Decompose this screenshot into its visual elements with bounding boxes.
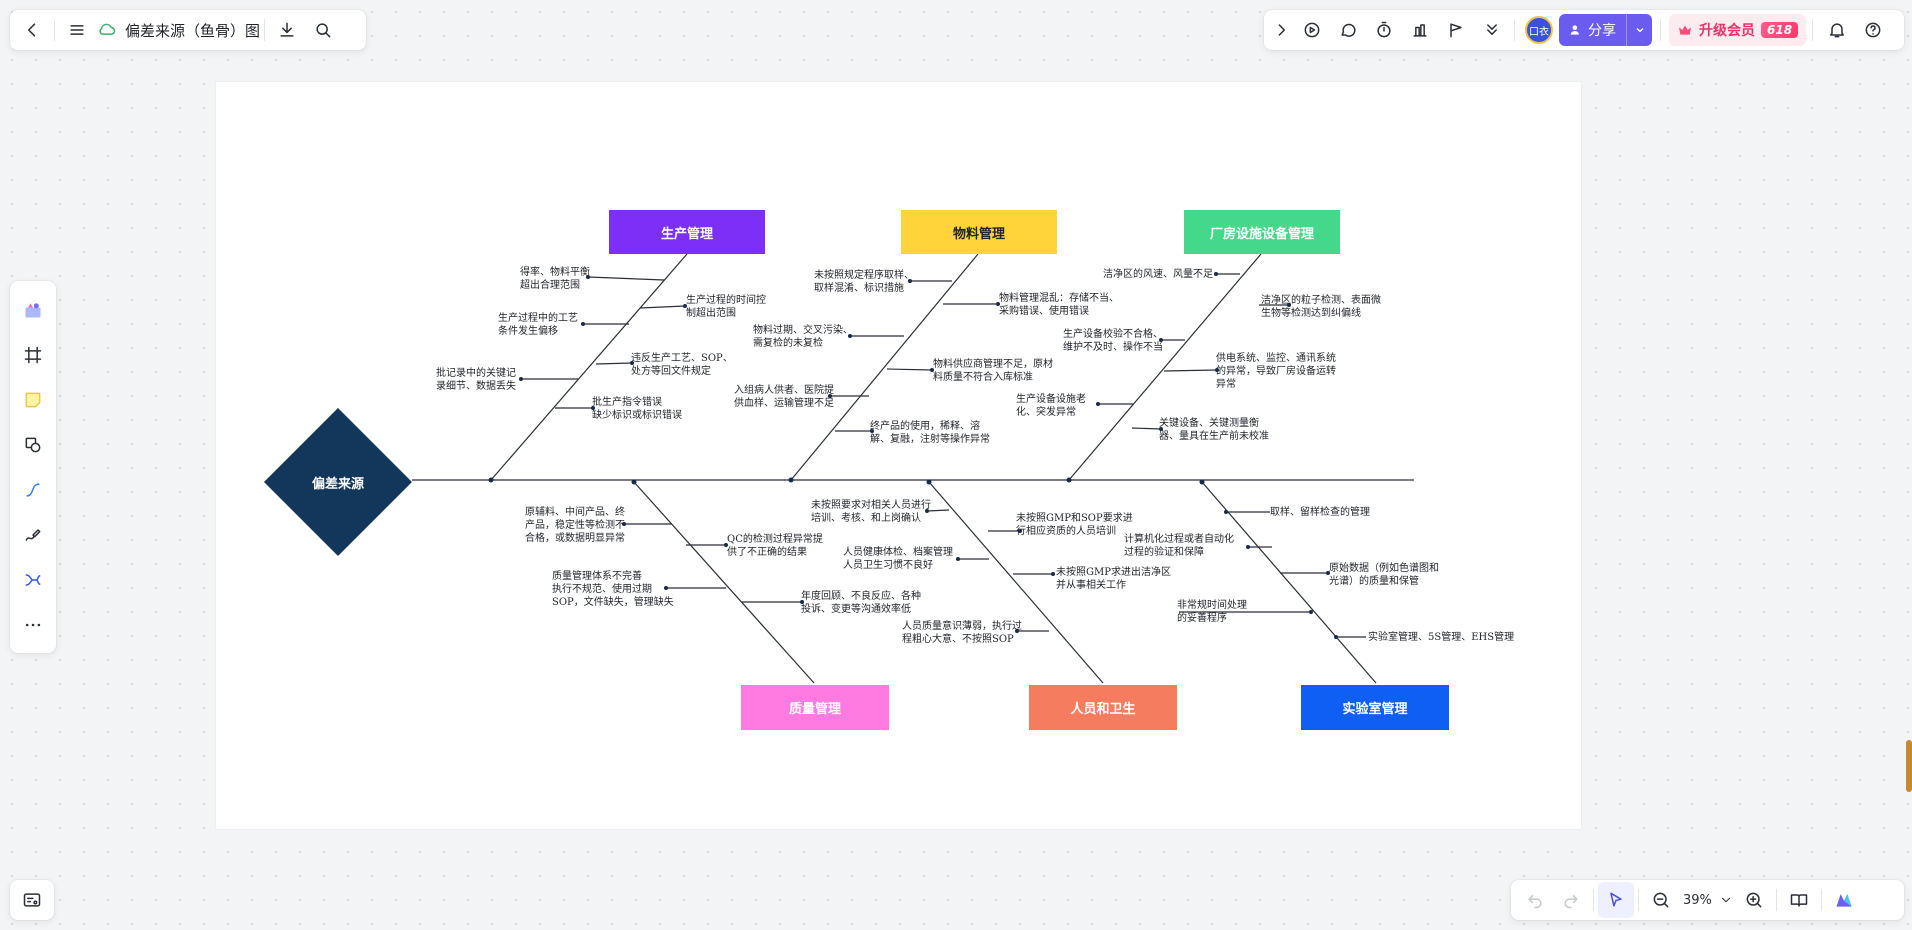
zoom-level[interactable]: 39% [1683, 893, 1712, 908]
vote-chart-icon[interactable] [1402, 12, 1438, 48]
cloud-saved-icon [95, 12, 119, 48]
category-laboratory[interactable]: 实验室管理 [1301, 685, 1449, 730]
promo-badge: 618 [1761, 22, 1799, 38]
menu-icon[interactable] [59, 12, 95, 48]
avatar[interactable]: 口衣 [1525, 16, 1553, 44]
cause-label[interactable]: 生产设备校验不合格、 维护不及时、操作不当 [1063, 328, 1163, 354]
category-personnel[interactable]: 人员和卫生 [1029, 685, 1177, 730]
cause-label[interactable]: 未按照GMP和SOP要求进 行相应资质的人员培训 [1016, 512, 1133, 538]
cause-label[interactable]: 供电系统、监控、通讯系统 的异常，导致厂房设备运转 异常 [1216, 352, 1336, 391]
divider [1593, 889, 1594, 911]
cause-label[interactable]: 终产品的使用，稀释、溶 解、复融，注射等操作异常 [870, 420, 990, 446]
mindmap-icon[interactable] [15, 562, 51, 598]
undo-icon[interactable] [1517, 882, 1553, 918]
divider [264, 19, 266, 41]
frame-icon[interactable] [15, 337, 51, 373]
present-play-icon[interactable] [1294, 12, 1330, 48]
cause-label[interactable]: 计算机化过程或者自动化 过程的验证和保障 [1124, 533, 1234, 559]
cause-label[interactable]: 未按照规定程序取样、 取样混淆、标识措施 [814, 269, 914, 295]
share-label: 分享 [1588, 23, 1616, 39]
download-icon[interactable] [269, 12, 305, 48]
cause-label[interactable]: 得率、物料平衡 超出合理范围 [520, 266, 590, 292]
share-dropdown-chevron-icon[interactable] [1626, 14, 1652, 46]
cause-label[interactable]: 年度回顾、不良反应、各种 投诉、变更等沟通效率低 [801, 590, 921, 616]
cause-label[interactable]: 未按照要求对相关人员进行 培训、考核、和上岗确认 [811, 499, 931, 525]
cause-label[interactable]: 生产过程中的工艺 条件发生偏移 [498, 312, 578, 338]
cause-label[interactable]: 批生产指令错误 缺少标识或标识错误 [592, 396, 682, 422]
cause-label[interactable]: 关键设备、关键测量衡 器、量具在生产前未校准 [1159, 417, 1269, 443]
scroll-handle[interactable] [1906, 740, 1912, 792]
cause-label[interactable]: 实验室管理、5S管理、EHS管理 [1368, 631, 1514, 644]
zoom-dropdown-chevron-icon[interactable] [1716, 882, 1736, 918]
top-right-toolbar: 口衣 分享 升级会员 618 [1264, 10, 1904, 50]
select-cursor-icon[interactable] [1598, 882, 1634, 918]
category-materials[interactable]: 物料管理 [901, 210, 1057, 254]
share-button[interactable]: 分享 [1559, 14, 1652, 46]
collapse-chevron-icon[interactable] [1268, 12, 1294, 48]
reading-mode-icon[interactable] [1781, 882, 1817, 918]
bottom-right-toolbar: 39% [1511, 880, 1904, 920]
category-production[interactable]: 生产管理 [609, 210, 765, 254]
cause-label[interactable]: 物料供应商管理不足，原材 料质量不符合入库标准 [933, 358, 1053, 384]
zoom-out-icon[interactable] [1643, 882, 1679, 918]
bell-icon[interactable] [1819, 12, 1855, 48]
fish-head-label[interactable]: 偏差来源 [288, 473, 388, 492]
follow-flag-icon[interactable] [1438, 12, 1474, 48]
user-add-icon [1570, 25, 1579, 35]
connector-icon[interactable] [15, 472, 51, 508]
templates-icon[interactable] [15, 292, 51, 328]
crown-icon [1679, 25, 1691, 35]
cause-label[interactable]: 未按照GMP求进出洁净区 并从事相关工作 [1056, 566, 1171, 592]
canvas-board[interactable]: 偏差来源 生产管理 物料管理 厂房设施设备管理 质量管理 人员和卫生 实验室管理… [216, 82, 1581, 829]
minimap-icon[interactable] [14, 882, 50, 918]
help-icon[interactable] [1855, 12, 1891, 48]
divider [1638, 889, 1639, 911]
cause-label[interactable]: QC的检测过程异常提 供了不正确的结果 [727, 533, 823, 559]
cause-label[interactable]: 违反生产工艺、SOP、 处方等回文件规定 [631, 352, 733, 378]
cause-label[interactable]: 物料管理混乱：存储不当、 采购错误、使用错误 [999, 292, 1119, 318]
cause-label[interactable]: 洁净区的粒子检测、表面微 生物等检测达到纠偏线 [1261, 294, 1381, 320]
shape-icon[interactable] [15, 427, 51, 463]
category-quality[interactable]: 质量管理 [741, 685, 889, 730]
minimap-toggle [10, 880, 54, 920]
redo-icon[interactable] [1553, 882, 1589, 918]
timer-icon[interactable] [1366, 12, 1402, 48]
ai-assistant-icon[interactable] [1826, 882, 1862, 918]
cause-label[interactable]: 人员健康体检、档案管理 人员卫生习惯不良好 [843, 546, 953, 572]
document-title[interactable]: 偏差来源（鱼骨）图 [125, 20, 260, 41]
cause-label[interactable]: 原始数据（例如色谱图和 光谱）的质量和保管 [1329, 562, 1439, 588]
cause-label[interactable]: 洁净区的风速、风量不足 [1103, 268, 1213, 281]
divider [1660, 19, 1661, 41]
more-chevrons-icon[interactable] [1474, 12, 1510, 48]
cause-label[interactable]: 入组病人供者、医院提 供血样、运输管理不足 [734, 384, 834, 410]
upgrade-label: 升级会员 [1699, 23, 1755, 39]
more-tools-icon[interactable] [15, 607, 51, 643]
cause-label[interactable]: 非常规时间处理 的妥善程序 [1177, 599, 1247, 625]
sticky-note-icon[interactable] [15, 382, 51, 418]
divider [1820, 889, 1822, 911]
cause-label[interactable]: 生产过程的时间控 制超出范围 [686, 294, 766, 320]
divider [1775, 889, 1777, 911]
cause-label[interactable]: 批记录中的关键记 录细节、数据丢失 [436, 367, 516, 393]
back-arrow-icon[interactable] [14, 12, 50, 48]
zoom-in-icon[interactable] [1736, 882, 1772, 918]
cause-label[interactable]: 人员质量意识薄弱，执行过 程粗心大意、不按照SOP [902, 620, 1022, 646]
divider [1514, 19, 1515, 41]
left-tool-rail [10, 281, 56, 653]
search-icon[interactable] [305, 12, 341, 48]
top-left-toolbar: 偏差来源（鱼骨）图 [10, 10, 366, 50]
divider [1812, 19, 1814, 41]
cause-label[interactable]: 取样、留样检查的管理 [1270, 506, 1370, 519]
cause-label[interactable]: 物料过期、交叉污染、 需复检的未复检 [753, 324, 853, 350]
pen-icon[interactable] [15, 517, 51, 553]
comment-icon[interactable] [1330, 12, 1366, 48]
upgrade-button[interactable]: 升级会员 618 [1669, 14, 1807, 46]
cause-label[interactable]: 生产设备设施老 化、突发异常 [1016, 393, 1086, 419]
category-facilities[interactable]: 厂房设施设备管理 [1184, 210, 1340, 254]
divider [54, 19, 55, 41]
cause-label[interactable]: 质量管理体系不完善 执行不规范、使用过期 SOP，文件缺失，管理缺失 [552, 570, 674, 609]
cause-label[interactable]: 原辅料、中间产品、终 产品，稳定性等检测不 合格，或数据明显异常 [525, 506, 625, 545]
